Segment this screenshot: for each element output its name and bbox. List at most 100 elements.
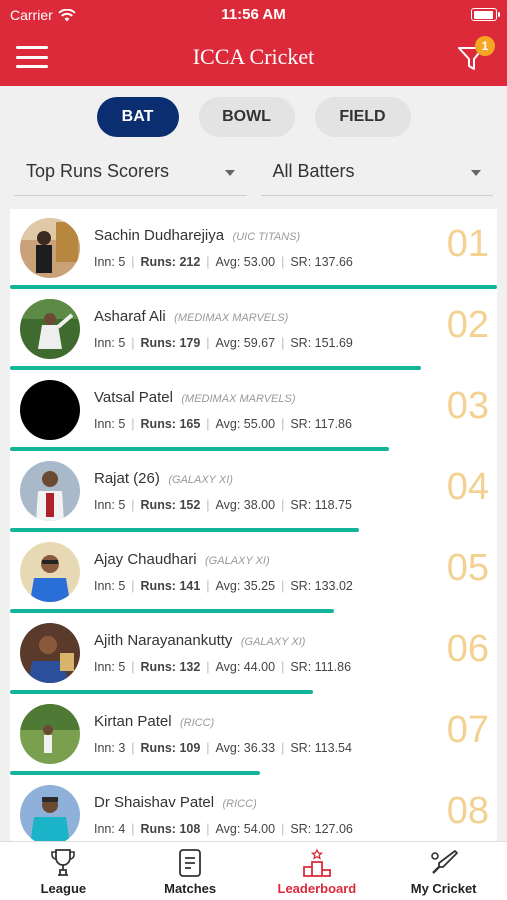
- strike-rate-stat: SR: 111.86: [290, 660, 352, 674]
- trophy-icon: [51, 849, 76, 876]
- runs-stat: 165: [179, 417, 201, 431]
- player-card[interactable]: Ajith Narayanankutty (GALAXY XI) Inn: 5 |…: [10, 614, 497, 695]
- player-team: (GALAXY XI): [205, 555, 270, 567]
- nav-leaderboard-label: Leaderboard: [277, 881, 357, 896]
- bat-icon: [430, 850, 458, 874]
- tab-bowl[interactable]: BOWL: [198, 97, 295, 137]
- player-card[interactable]: Kirtan Patel (RICC) Inn: 3 | Runs: 109 | Avg…: [10, 695, 497, 776]
- strike-rate-stat: SR: 137.66: [290, 255, 353, 269]
- leaderboard-list[interactable]: Sachin Dudharejiya (UIC TITANS) Inn: 5 | R…: [10, 209, 497, 841]
- player-avatar: [20, 218, 80, 278]
- rank-number: 03: [446, 385, 489, 427]
- filter-dropdowns: Top Runs Scorers All Batters: [14, 152, 493, 196]
- chevron-down-icon: [471, 170, 481, 176]
- player-team: (RICC): [180, 717, 215, 729]
- category-dropdown[interactable]: Top Runs Scorers: [14, 152, 247, 196]
- player-stats: Inn: 5 | Runs: 132 | Avg: 44.00 | SR: 111.86: [94, 660, 352, 674]
- player-avatar: [20, 542, 80, 602]
- runs-progress-bar: [10, 447, 389, 451]
- average-stat: Avg: 44.00: [215, 660, 276, 674]
- runs-stat: 141: [179, 579, 201, 593]
- innings-stat: Inn: 5: [94, 255, 126, 269]
- average-stat: Avg: 53.00: [215, 255, 276, 269]
- rank-number: 04: [446, 466, 489, 508]
- rank-number: 06: [446, 628, 489, 670]
- innings-stat: Inn: 5: [94, 417, 126, 431]
- player-card[interactable]: Ajay Chaudhari (GALAXY XI) Inn: 5 | Runs: …: [10, 533, 497, 614]
- average-stat: Avg: 55.00: [215, 417, 276, 431]
- nav-my-cricket[interactable]: My Cricket: [380, 842, 507, 900]
- player-card[interactable]: Vatsal Patel (MEDIMAX MARVELS) Inn: 5 | Ru…: [10, 371, 497, 452]
- player-stats: Inn: 3 | Runs: 109 | Avg: 36.33 | SR: 113.54: [94, 741, 352, 755]
- runs-stat: 152: [179, 498, 201, 512]
- player-avatar: [20, 380, 80, 440]
- player-stats: Inn: 5 | Runs: 212 | Avg: 53.00 | SR: 137.66: [94, 255, 353, 269]
- runs-label: Runs:: [140, 417, 176, 431]
- player-stats: Inn: 5 | Runs: 141 | Avg: 35.25 | SR: 133.02: [94, 579, 353, 593]
- runs-stat: 212: [179, 255, 201, 269]
- player-team: (GALAXY XI): [240, 636, 306, 648]
- strike-rate-stat: SR: 133.02: [290, 579, 353, 593]
- runs-label: Runs:: [140, 498, 176, 512]
- status-bar: Carrier 11:56 AM: [0, 0, 507, 30]
- player-name: Asharaf Ali: [94, 308, 166, 325]
- runs-progress-bar: [10, 690, 314, 694]
- nav-leaderboard[interactable]: Leaderboard: [254, 842, 381, 900]
- rank-number: 08: [446, 790, 489, 832]
- player-name: Sachin Dudharejiya: [94, 227, 225, 244]
- runs-label: Runs:: [140, 822, 176, 836]
- nav-my-cricket-label: My Cricket: [410, 881, 477, 896]
- player-avatar: [20, 704, 80, 764]
- clock: 11:56 AM: [221, 6, 286, 23]
- player-stats: Inn: 4 | Runs: 108 | Avg: 54.00 | SR: 127.06: [94, 822, 353, 836]
- tab-field[interactable]: FIELD: [314, 97, 411, 137]
- category-dropdown-value: Top Runs Scorers: [26, 161, 170, 181]
- podium-icon: [302, 848, 331, 877]
- runs-stat: 179: [179, 336, 201, 350]
- runs-progress-bar: [10, 285, 497, 289]
- strike-rate-stat: SR: 151.69: [290, 336, 353, 350]
- app-title: ICCA Cricket: [192, 44, 315, 69]
- innings-stat: Inn: 5: [94, 336, 126, 350]
- innings-stat: Inn: 5: [94, 498, 126, 512]
- runs-label: Runs:: [140, 741, 176, 755]
- tab-bat[interactable]: BAT: [96, 97, 179, 137]
- innings-stat: Inn: 4: [94, 822, 126, 836]
- runs-progress-bar: [10, 771, 261, 775]
- rank-number: 01: [446, 223, 489, 265]
- runs-progress-bar: [10, 609, 334, 613]
- strike-rate-stat: SR: 118.75: [290, 498, 352, 512]
- player-card[interactable]: Rajat (26) (GALAXY XI) Inn: 5 | Runs: 152 |…: [10, 452, 497, 533]
- player-avatar: [20, 785, 80, 841]
- nav-matches[interactable]: Matches: [127, 842, 254, 900]
- runs-stat: 109: [179, 741, 201, 755]
- rank-number: 02: [446, 304, 489, 346]
- player-name: Ajith Narayanankutty: [94, 632, 233, 649]
- player-card[interactable]: Asharaf Ali (MEDIMAX MARVELS) Inn: 5 | Run…: [10, 290, 497, 371]
- average-stat: Avg: 54.00: [215, 822, 276, 836]
- chevron-down-icon: [224, 170, 235, 176]
- player-avatar: [20, 623, 80, 683]
- strike-rate-stat: SR: 113.54: [290, 741, 352, 755]
- nav-matches-label: Matches: [164, 881, 217, 896]
- player-name: Rajat (26): [94, 470, 160, 487]
- bottom-tab-bar: League Matches Leaderboard My Cricket: [0, 841, 507, 900]
- innings-stat: Inn: 5: [94, 660, 126, 674]
- player-avatar: [20, 461, 80, 521]
- player-team: (RICC): [222, 798, 257, 810]
- battery-icon: [471, 8, 500, 21]
- player-name: Vatsal Patel: [94, 389, 173, 406]
- batter-group-dropdown[interactable]: All Batters: [260, 152, 493, 196]
- strike-rate-stat: SR: 117.86: [290, 417, 352, 431]
- rank-number: 07: [446, 709, 489, 751]
- player-card[interactable]: Dr Shaishav Patel (RICC) Inn: 4 | Runs: 10…: [10, 776, 497, 841]
- player-name: Dr Shaishav Patel: [94, 794, 215, 811]
- average-stat: Avg: 59.67: [215, 336, 276, 350]
- average-stat: Avg: 38.00: [215, 498, 276, 512]
- player-team: (MEDIMAX MARVELS): [181, 393, 296, 405]
- player-card[interactable]: Sachin Dudharejiya (UIC TITANS) Inn: 5 | R…: [10, 209, 497, 290]
- rank-number: 05: [446, 547, 489, 589]
- average-stat: Avg: 36.33: [215, 741, 276, 755]
- runs-label: Runs:: [140, 660, 176, 674]
- nav-league[interactable]: League: [0, 842, 127, 900]
